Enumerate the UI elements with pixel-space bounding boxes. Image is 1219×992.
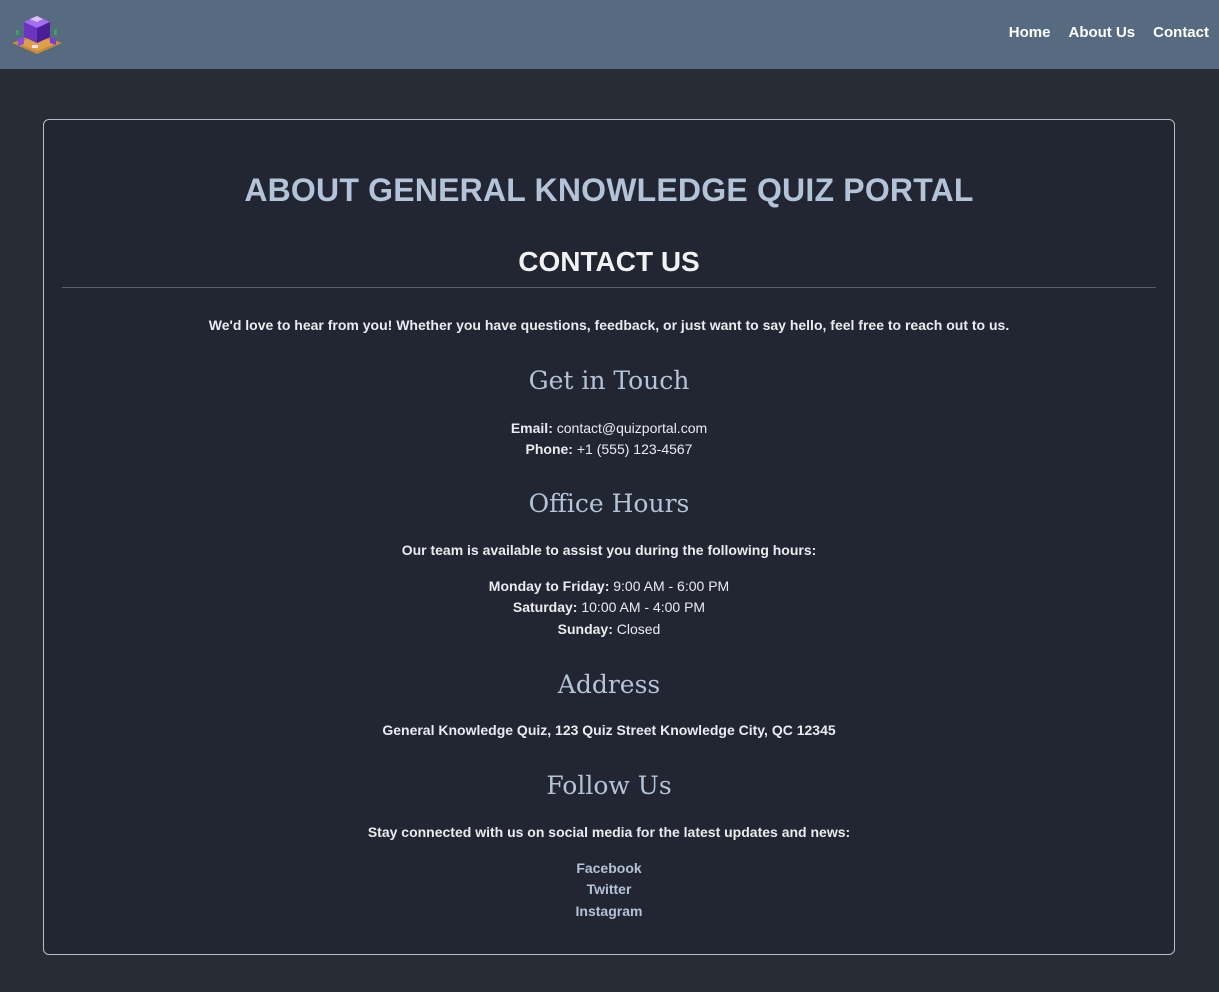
office-hours-intro: Our team is available to assist you duri… <box>401 542 817 558</box>
hours-value: 10:00 AM - 4:00 PM <box>581 599 706 615</box>
nav-contact-link[interactable]: Contact <box>1153 24 1209 41</box>
heading-divider <box>62 287 1156 288</box>
facebook-link[interactable]: Facebook <box>44 858 1174 879</box>
contact-card: ABOUT GENERAL KNOWLEDGE QUIZ PORTAL CONT… <box>43 119 1175 955</box>
page-title: ABOUT GENERAL KNOWLEDGE QUIZ PORTAL <box>244 172 974 208</box>
nav-about-us-link[interactable]: About Us <box>1068 24 1135 41</box>
follow-us-heading: Follow Us <box>546 771 672 800</box>
email-line: Email: contact@quizportal.com <box>44 418 1174 439</box>
email-label: Email: <box>510 420 553 436</box>
get-in-touch-heading: Get in Touch <box>528 366 690 395</box>
follow-us-intro: Stay connected with us on social media f… <box>367 824 851 840</box>
address-text: General Knowledge Quiz, 123 Quiz Street … <box>382 722 836 738</box>
nav-links: Home About Us Contact <box>991 0 1209 64</box>
phone-value: +1 (555) 123-4567 <box>576 441 693 457</box>
phone-line: Phone: +1 (555) 123-4567 <box>44 439 1174 460</box>
purple-crystal-cube-logo-icon[interactable] <box>10 13 64 55</box>
contact-intro-text: We'd love to hear from you! Whether you … <box>208 317 1010 333</box>
hours-row-sunday: Sunday: Closed <box>44 619 1174 640</box>
hours-label: Sunday: <box>557 621 613 637</box>
hours-value: Closed <box>616 621 661 637</box>
email-value: contact@quizportal.com <box>556 420 708 436</box>
office-hours-heading: Office Hours <box>528 489 690 518</box>
twitter-link[interactable]: Twitter <box>44 879 1174 900</box>
hours-row-weekdays: Monday to Friday: 9:00 AM - 6:00 PM <box>44 576 1174 597</box>
hours-label: Saturday: <box>512 599 578 615</box>
navbar: Home About Us Contact <box>0 0 1219 69</box>
hours-row-saturday: Saturday: 10:00 AM - 4:00 PM <box>44 597 1174 618</box>
hours-value: 9:00 AM - 6:00 PM <box>613 578 730 594</box>
nav-home-link[interactable]: Home <box>1009 24 1051 41</box>
hours-label: Monday to Friday: <box>488 578 610 594</box>
address-heading: Address <box>557 670 661 699</box>
instagram-link[interactable]: Instagram <box>44 901 1174 922</box>
contact-us-heading: CONTACT US <box>518 246 700 277</box>
phone-label: Phone: <box>525 441 573 457</box>
